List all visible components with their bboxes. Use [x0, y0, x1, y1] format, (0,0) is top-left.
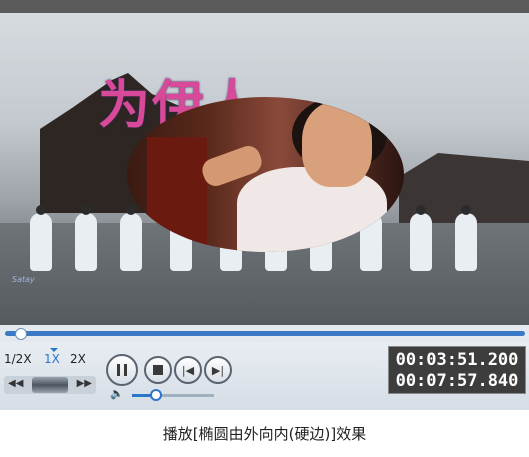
caption-text: 播放[椭圆由外向内(硬边)]效果 [162, 425, 367, 443]
stop-icon [153, 365, 163, 375]
video-area[interactable]: 为伊人 Satay [0, 13, 529, 325]
speed-jog-control[interactable]: ◀◀ ▶▶ [4, 376, 96, 394]
previous-frame-button[interactable]: |◀ [174, 356, 202, 384]
current-time: 00:03:51.200 [395, 350, 519, 370]
video-watermark: Satay [12, 275, 35, 284]
stop-button[interactable] [144, 356, 172, 384]
rewind-icon[interactable]: ◀◀ [8, 378, 23, 389]
ellipse-transition-overlay [127, 97, 404, 252]
total-time: 00:07:57.840 [395, 371, 519, 391]
pause-icon [117, 364, 127, 376]
speed-half[interactable]: 1/2X [4, 352, 32, 366]
pause-button[interactable] [106, 354, 138, 386]
fast-forward-icon[interactable]: ▶▶ [77, 378, 92, 389]
progress-knob[interactable] [15, 328, 27, 340]
speed-2x[interactable]: 2X [70, 352, 86, 366]
volume-control[interactable]: 🔈 [110, 387, 220, 401]
skip-back-icon: |◀ [181, 363, 195, 377]
time-display: 00:03:51.200 00:07:57.840 [388, 346, 526, 394]
skip-forward-icon: ▶| [211, 363, 225, 377]
jog-thumb[interactable] [32, 377, 68, 393]
speaker-icon[interactable]: 🔈 [110, 387, 124, 400]
control-bar: 1/2X 1X 2X ◀◀ ▶▶ |◀ ▶| 🔈 00:03:51.200 00… [0, 342, 529, 410]
next-frame-button[interactable]: ▶| [204, 356, 232, 384]
speed-1x[interactable]: 1X [44, 352, 60, 366]
volume-knob[interactable] [150, 389, 162, 401]
progress-bar[interactable] [5, 331, 525, 336]
speed-selector: 1/2X 1X 2X [4, 348, 94, 372]
